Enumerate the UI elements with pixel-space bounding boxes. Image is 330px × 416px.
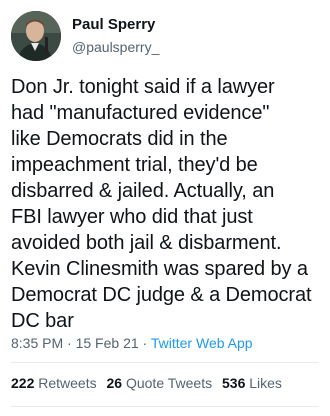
tweet-stats: 222 Retweets 26 Quote Tweets 536 Likes: [11, 374, 288, 392]
user-handle[interactable]: @paulsperry_: [72, 38, 159, 57]
quote-tweets-label: Quote Tweets: [125, 375, 213, 391]
retweets-count: 222: [11, 375, 35, 391]
likes-stat[interactable]: 536 Likes: [222, 374, 282, 392]
quote-tweets-count: 26: [106, 375, 123, 391]
avatar-photo-icon: [11, 11, 61, 61]
retweets-stat[interactable]: 222 Retweets: [11, 374, 97, 392]
tweet-date[interactable]: 15 Feb 21: [76, 335, 139, 351]
tweet-meta: 8:35 PM · 15 Feb 21 · Twitter Web App: [11, 334, 253, 352]
meta-separator: ·: [142, 335, 148, 351]
retweets-label: Retweets: [38, 375, 97, 391]
likes-label: Likes: [249, 375, 282, 391]
display-name[interactable]: Paul Sperry: [72, 15, 159, 34]
user-info: Paul Sperry @paulsperry_: [72, 15, 159, 57]
avatar[interactable]: [11, 11, 61, 61]
tweet-source[interactable]: Twitter Web App: [151, 335, 253, 351]
tweet-time[interactable]: 8:35 PM: [11, 335, 63, 351]
tweet-text: Don Jr. tonight said if a lawyer had "ma…: [11, 76, 312, 332]
likes-count: 536: [222, 375, 246, 391]
quote-tweets-stat[interactable]: 26 Quote Tweets: [107, 374, 213, 392]
divider: [11, 406, 319, 407]
meta-separator: ·: [67, 335, 72, 351]
tweet-card: Paul Sperry @paulsperry_ Don Jr. tonight…: [0, 0, 330, 416]
divider: [11, 362, 319, 363]
tweet-header: Paul Sperry @paulsperry_: [11, 11, 311, 63]
